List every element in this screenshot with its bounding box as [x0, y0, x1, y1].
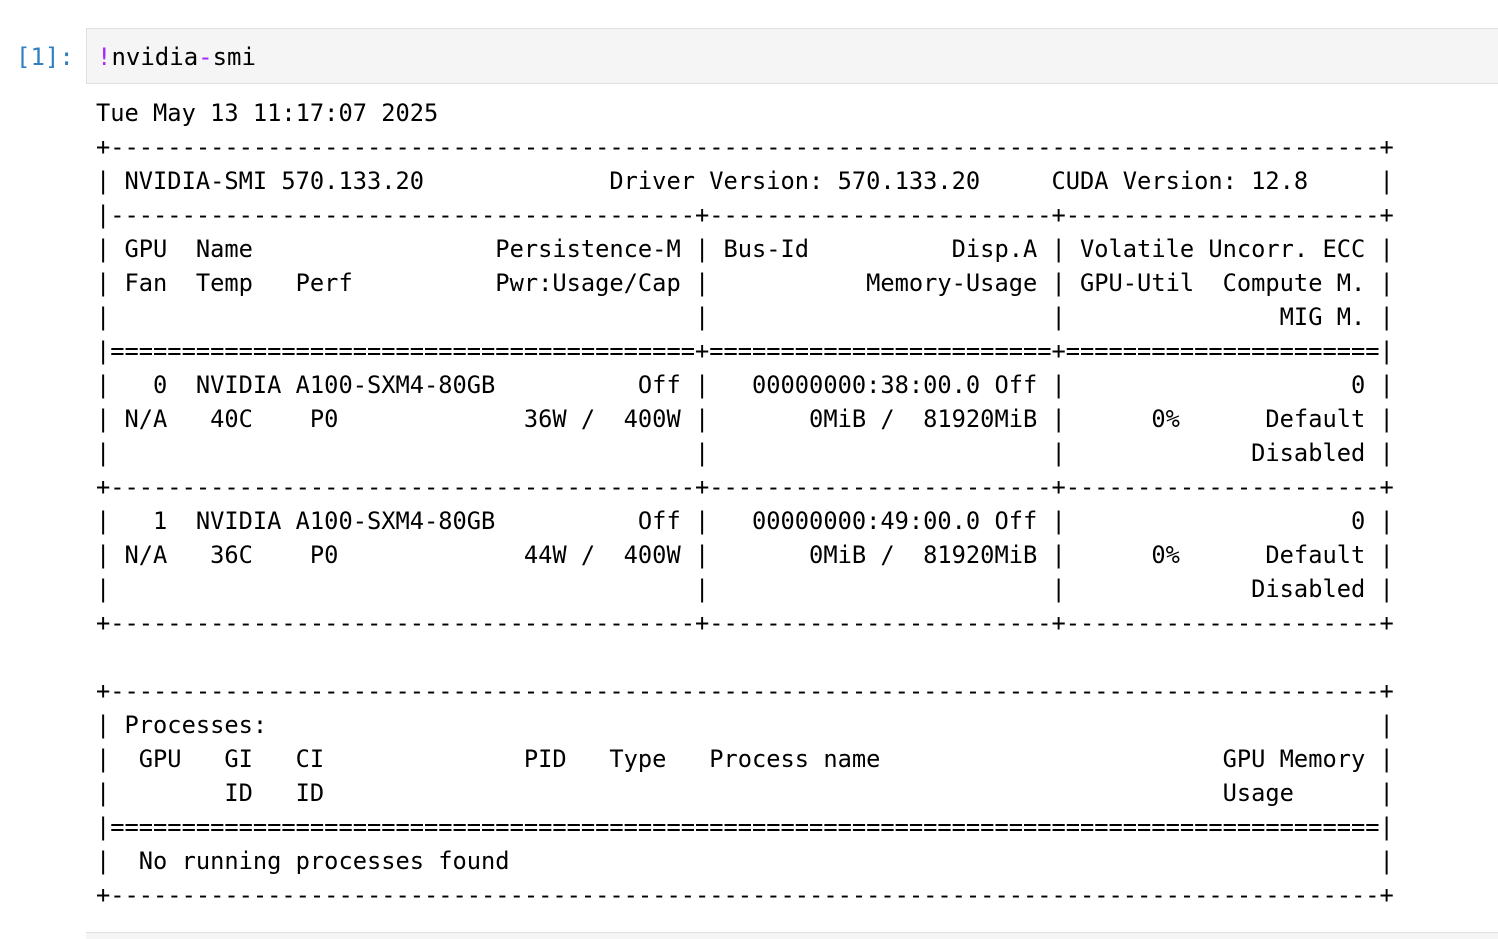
output-line: +---------------------------------------… [96, 609, 1394, 637]
output-line: |=======================================… [96, 813, 1394, 841]
output-line: | Fan Temp Perf Pwr:Usage/Cap | Memory-U… [96, 269, 1394, 297]
code-text: !nvidia-smi [97, 42, 256, 72]
output-line: | GPU GI CI PID Type Process name GPU Me… [96, 745, 1394, 773]
output-line: | Processes: | [96, 711, 1394, 739]
cell-prompt: [1]: [16, 43, 74, 71]
output-line: | | | Disabled | [96, 439, 1394, 467]
output-line: | | | MIG M. | [96, 303, 1394, 331]
output-line: | No running processes found | [96, 847, 1394, 875]
output-line: Tue May 13 11:17:07 2025 [96, 99, 439, 127]
output-line: | | | Disabled | [96, 575, 1394, 603]
cell-output: Tue May 13 11:17:07 2025 +---------------… [96, 96, 1394, 912]
output-line: | ID ID Usage | [96, 779, 1394, 807]
output-line: +---------------------------------------… [96, 133, 1394, 161]
output-line: |---------------------------------------… [96, 201, 1394, 229]
output-line: +---------------------------------------… [96, 881, 1394, 909]
output-line: | NVIDIA-SMI 570.133.20 Driver Version: … [96, 167, 1394, 195]
output-line: | N/A 40C P0 36W / 400W | 0MiB / 81920Mi… [96, 405, 1394, 433]
code-bang: ! [97, 43, 112, 71]
code-operator: - [198, 43, 213, 71]
output-line: +---------------------------------------… [96, 677, 1394, 705]
code-part1: nvidia [111, 43, 199, 71]
code-input[interactable]: !nvidia-smi [86, 28, 1498, 84]
code-part2: smi [212, 43, 256, 71]
output-line: |=======================================… [96, 337, 1394, 365]
output-line: | 1 NVIDIA A100-SXM4-80GB Off | 00000000… [96, 507, 1394, 535]
output-line: | GPU Name Persistence-M | Bus-Id Disp.A… [96, 235, 1394, 263]
output-line: | 0 NVIDIA A100-SXM4-80GB Off | 00000000… [96, 371, 1394, 399]
output-line: +---------------------------------------… [96, 473, 1394, 501]
output-line: | N/A 36C P0 44W / 400W | 0MiB / 81920Mi… [96, 541, 1394, 569]
